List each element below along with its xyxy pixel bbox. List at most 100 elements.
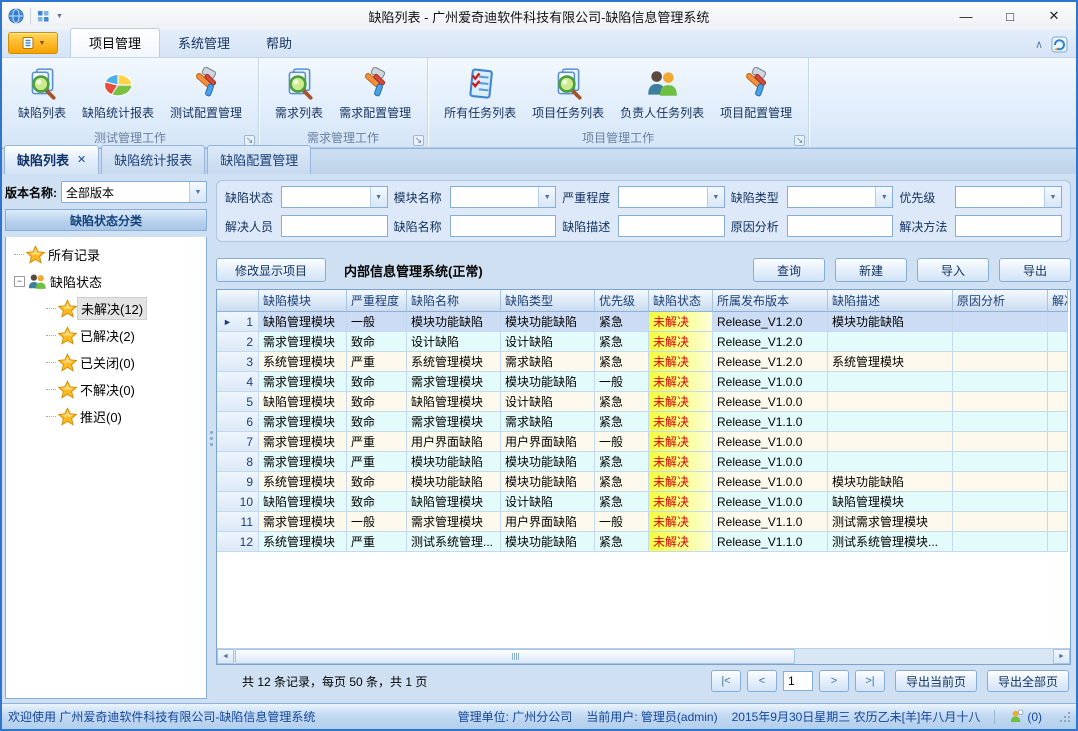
cell-缺陷状态: 未解决 [649,432,713,452]
ribbon-button-缺陷列表[interactable]: 缺陷列表 [10,62,74,126]
tree-item-推迟(0)[interactable]: 推迟(0) [6,403,206,430]
tree-item-所有记录[interactable]: 所有记录 [6,241,206,268]
tab-close-icon[interactable]: ✕ [77,153,86,166]
column-header-所属发布版本[interactable]: 所属发布版本 [713,290,828,312]
ribbon-tab-2[interactable]: 系统管理 [160,29,248,57]
page-number-input[interactable] [783,671,813,691]
table-row[interactable]: 9系统管理模块致命模块功能缺陷模块功能缺陷紧急未解决Release_V1.0.0… [217,472,1070,492]
ribbon-collapse-icon[interactable]: ∧ [1035,38,1043,51]
table-row[interactable]: 5缺陷管理模块致命缺陷管理模块设计缺陷紧急未解决Release_V1.0.0 [217,392,1070,412]
action-button-新建[interactable]: 新建 [835,258,907,282]
column-header-解决方法[interactable]: 解决方法 [1048,290,1068,312]
filter-combo-优先级[interactable]: ▼ [955,186,1062,208]
resize-grip[interactable] [1060,712,1070,722]
filter-combo-严重程度[interactable]: ▼ [618,186,725,208]
table-row[interactable]: ►1缺陷管理模块一般模块功能缺陷模块功能缺陷紧急未解决Release_V1.2.… [217,312,1070,332]
version-select[interactable]: 全部版本 ▼ [61,181,207,203]
cell-严重程度: 一般 [347,512,407,532]
dropdown-arrow-icon[interactable]: ▼ [189,182,206,202]
filter-label: 缺陷描述 [562,218,614,235]
vertical-splitter[interactable] [208,174,215,703]
tree-item-已关闭(0)[interactable]: 已关闭(0) [6,349,206,376]
scroll-left-icon[interactable]: ◄ [217,649,234,664]
filter-input-解决方法[interactable] [955,215,1062,237]
filter-input-解决人员[interactable] [281,215,388,237]
column-header-缺陷描述[interactable]: 缺陷描述 [828,290,953,312]
export-all-pages-button[interactable]: 导出全部页 [987,670,1069,692]
dropdown-arrow-icon[interactable]: ▼ [370,187,387,207]
column-header-缺陷模块[interactable]: 缺陷模块 [259,290,347,312]
dialog-launcher-icon[interactable]: ↘ [413,135,424,146]
next-page-button[interactable]: > [819,670,849,692]
chevron-down-icon[interactable]: ▼ [56,13,63,20]
tree-item-已解决(2)[interactable]: 已解决(2) [6,322,206,349]
filter-combo-模块名称[interactable]: ▼ [450,186,557,208]
dialog-launcher-icon[interactable]: ↘ [794,135,805,146]
column-header-缺陷类型[interactable]: 缺陷类型 [501,290,595,312]
cell-缺陷状态: 未解决 [649,492,713,512]
prev-page-button[interactable]: < [747,670,777,692]
tree-item-缺陷状态[interactable]: − 缺陷状态 [6,268,206,295]
action-button-查询[interactable]: 查询 [753,258,825,282]
ribbon-button-所有任务列表[interactable]: 所有任务列表 [436,62,524,126]
table-row[interactable]: 2需求管理模块致命设计缺陷设计缺陷紧急未解决Release_V1.2.0 [217,332,1070,352]
ribbon-button-需求配置管理[interactable]: 需求配置管理 [331,62,419,126]
modify-columns-button[interactable]: 修改显示项目 [216,258,326,282]
tree-item-label: 不解决(0) [77,379,138,400]
dropdown-arrow-icon[interactable]: ▼ [707,187,724,207]
last-page-button[interactable]: >| [855,670,885,692]
doc-tab-2[interactable]: 缺陷统计报表 [101,145,205,174]
horizontal-scrollbar[interactable]: ◄ ► [217,648,1070,664]
minimize-button[interactable]: — [944,2,988,30]
welcome-text: 欢迎使用 广州爱奇迪软件科技有限公司-缺陷信息管理系统 [8,708,315,725]
ribbon-button-项目配置管理[interactable]: 项目配置管理 [712,62,800,126]
table-row[interactable]: 11需求管理模块一般需求管理模块用户界面缺陷一般未解决Release_V1.1.… [217,512,1070,532]
action-button-导入[interactable]: 导入 [917,258,989,282]
filter-input-缺陷名称[interactable] [450,215,557,237]
column-header-严重程度[interactable]: 严重程度 [347,290,407,312]
filter-combo-缺陷状态[interactable]: ▼ [281,186,388,208]
ribbon-button-负责人任务列表[interactable]: 负责人任务列表 [612,62,712,126]
table-row[interactable]: 12系统管理模块严重测试系统管理...模块功能缺陷紧急未解决Release_V1… [217,532,1070,552]
doc-tab-1[interactable]: 缺陷列表✕ [4,145,99,174]
table-row[interactable]: 7需求管理模块严重用户界面缺陷用户界面缺陷一般未解决Release_V1.0.0 [217,432,1070,452]
filter-input-缺陷描述[interactable] [618,215,725,237]
scrollbar-thumb[interactable] [235,649,795,664]
column-header-优先级[interactable]: 优先级 [595,290,649,312]
action-button-导出[interactable]: 导出 [999,258,1071,282]
tree-item-未解决(12)[interactable]: 未解决(12) [6,295,206,322]
dropdown-arrow-icon[interactable]: ▼ [1044,187,1061,207]
maximize-button[interactable]: □ [988,2,1032,30]
checklist-icon [463,67,497,101]
table-row[interactable]: 6需求管理模块致命需求管理模块需求缺陷紧急未解决Release_V1.1.0 [217,412,1070,432]
quick-access-grid-icon[interactable] [37,10,50,23]
ribbon-tab-3[interactable]: 帮助 [248,29,310,57]
table-row[interactable]: 3系统管理模块严重系统管理模块需求缺陷紧急未解决Release_V1.2.0系统… [217,352,1070,372]
column-header-缺陷状态[interactable]: 缺陷状态 [649,290,713,312]
column-header-缺陷名称[interactable]: 缺陷名称 [407,290,501,312]
ribbon-tab-1[interactable]: 项目管理 [70,28,160,57]
doc-tab-3[interactable]: 缺陷配置管理 [207,145,311,174]
people-icon [645,67,679,101]
column-header-原因分析[interactable]: 原因分析 [953,290,1048,312]
ribbon-button-缺陷统计报表[interactable]: 缺陷统计报表 [74,62,162,126]
filter-combo-缺陷类型[interactable]: ▼ [787,186,894,208]
ribbon-button-测试配置管理[interactable]: 测试配置管理 [162,62,250,126]
ribbon-button-需求列表[interactable]: 需求列表 [267,62,331,126]
online-users-indicator[interactable]: (0) [1009,709,1042,724]
scroll-right-icon[interactable]: ► [1053,649,1070,664]
application-menu-button[interactable]: ▼ [8,32,58,54]
ribbon-button-项目任务列表[interactable]: 项目任务列表 [524,62,612,126]
help-icon[interactable] [1051,36,1068,53]
table-row[interactable]: 4需求管理模块致命需求管理模块模块功能缺陷一般未解决Release_V1.0.0 [217,372,1070,392]
dropdown-arrow-icon[interactable]: ▼ [875,187,892,207]
tree-item-不解决(0)[interactable]: 不解决(0) [6,376,206,403]
filter-input-原因分析[interactable] [787,215,894,237]
table-row[interactable]: 8需求管理模块严重模块功能缺陷模块功能缺陷紧急未解决Release_V1.0.0 [217,452,1070,472]
export-current-page-button[interactable]: 导出当前页 [895,670,977,692]
tree-expander-icon[interactable]: − [14,276,25,287]
table-row[interactable]: 10缺陷管理模块致命缺陷管理模块设计缺陷紧急未解决Release_V1.0.0缺… [217,492,1070,512]
close-button[interactable]: ✕ [1032,2,1076,30]
dropdown-arrow-icon[interactable]: ▼ [538,187,555,207]
first-page-button[interactable]: |< [711,670,741,692]
